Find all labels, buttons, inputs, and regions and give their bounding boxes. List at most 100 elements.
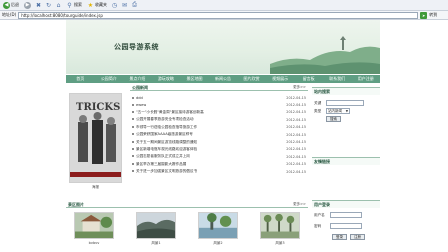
bullet-icon <box>132 110 134 113</box>
bullet-icon <box>132 162 134 165</box>
login-button[interactable]: 登录 <box>332 234 347 240</box>
stop-icon[interactable]: ✖ <box>35 2 42 9</box>
news-item-title[interactable]: 景区新增电瓶车观光线路欢迎游客体验 <box>136 147 197 151</box>
bullet-icon <box>132 170 134 173</box>
news-item-title[interactable]: ddd <box>136 96 143 100</box>
nav-item[interactable]: 留言板 <box>294 75 323 83</box>
address-bar: 地址(D) http://localhost:8080/tourguide/in… <box>0 11 448 20</box>
scenic-card[interactable]: 风景3 <box>258 212 302 246</box>
scenic-card[interactable]: 风景2 <box>196 212 240 246</box>
back-button[interactable]: ◀ 后退 <box>2 1 20 9</box>
nav-item[interactable]: 景区地图 <box>180 75 209 83</box>
nav-item[interactable]: 联系我们 <box>323 75 352 83</box>
news-poster-image[interactable]: TRICKS <box>69 93 122 183</box>
poster-caption: 海报 <box>92 185 99 189</box>
nav-item[interactable]: 新闻公告 <box>209 75 238 83</box>
list-item[interactable]: "五一"小长假"黄金周"景区接待游客创新高 2012-04-15 <box>132 109 308 116</box>
news-more-link[interactable]: 更多>> <box>293 85 306 90</box>
refresh-icon[interactable]: ↻ <box>45 2 52 9</box>
search-label: 搜索 <box>74 2 82 7</box>
username-row: 用户名 <box>312 211 380 219</box>
news-item-date: 2012-04-15 <box>286 154 306 159</box>
news-title: 公园新闻 <box>132 84 148 90</box>
news-item-title[interactable]: 公园荣获国家AAAA级旅游景区称号 <box>136 132 193 136</box>
scenic-caption: 风景2 <box>213 241 223 245</box>
main-content: TRICKS 海报 公园新闻 更多>> ddd 2012-04-15 ewew 20… <box>66 85 308 252</box>
scenic-caption: 风景1 <box>151 241 161 245</box>
keyword-row: 关键 <box>312 99 380 107</box>
username-label: 用户名 <box>314 212 325 217</box>
nav-item[interactable]: 图片欣赏 <box>237 75 266 83</box>
svg-text:TRICKS: TRICKS <box>76 102 120 113</box>
search-panel-title: 站内搜索 <box>314 88 330 94</box>
links-panel-title: 友情链接 <box>314 158 330 164</box>
news-item-title[interactable]: 关于五一期间景区游览线路调整的通知 <box>136 140 197 144</box>
list-item[interactable]: 公园开展春季旅游安全专项检查活动 2012-04-15 <box>132 116 308 123</box>
scenic-image[interactable] <box>74 212 114 239</box>
type-select[interactable]: 站内新闻 ▼ <box>326 108 350 114</box>
news-item-date: 2012-04-15 <box>286 140 306 145</box>
history-icon[interactable]: ◷ <box>111 2 118 9</box>
links-panel-header: 友情链接 <box>312 158 380 165</box>
news-item-date: 2012-04-15 <box>286 103 306 108</box>
search-panel: 站内搜索 关键 类型 站内新闻 ▼ 搜索 <box>312 87 380 143</box>
links-panel: 友情链接 <box>312 157 380 187</box>
scenic-card[interactable]: bvbvv <box>72 212 116 246</box>
scenic-card[interactable]: 风景1 <box>134 212 178 246</box>
news-item-title[interactable]: 公园开展春季旅游安全专项检查活动 <box>136 117 194 121</box>
scenic-header: 景区图片 更多>> <box>66 202 308 208</box>
list-item[interactable]: 公园志愿者服务队正式成立并上岗 2012-04-15 <box>132 153 308 160</box>
bullet-icon <box>132 104 134 107</box>
forward-button[interactable]: ▶ <box>23 1 32 9</box>
list-item[interactable]: 景区新增电瓶车观光线路欢迎游客体验 2012-04-15 <box>132 146 308 153</box>
list-item[interactable]: 关于进一步加强景区文明旅游的倡议书 2012-04-15 <box>132 168 308 175</box>
go-arrow-icon[interactable]: ➤ <box>420 11 428 19</box>
list-item[interactable]: 公园荣获国家AAAA级旅游景区称号 2012-04-15 <box>132 131 308 138</box>
nav-item[interactable]: 首页 <box>66 75 95 83</box>
bullet-icon <box>132 118 134 121</box>
news-item-title[interactable]: 关于进一步加强景区文明旅游的倡议书 <box>136 169 197 173</box>
chevron-down-icon: ▼ <box>345 109 348 113</box>
scenic-image[interactable] <box>198 212 238 239</box>
news-item-title[interactable]: 市领导一行莅临公园检查指导旅游工作 <box>136 125 197 129</box>
news-item-title[interactable]: 景区举办第三届摄影大赛作品展 <box>136 162 186 166</box>
login-panel-header: 用户登录 <box>312 201 380 208</box>
nav-item[interactable]: 视频展示 <box>266 75 295 83</box>
news-item-date: 2012-04-15 <box>286 147 306 152</box>
type-row: 类型 站内新闻 ▼ <box>312 107 380 115</box>
scenic-image[interactable] <box>136 212 176 239</box>
list-item[interactable]: 关于五一期间景区游览线路调整的通知 2012-04-15 <box>132 138 308 145</box>
nav-item[interactable]: 公园简介 <box>95 75 124 83</box>
news-section: TRICKS 海报 公园新闻 更多>> ddd 2012-04-15 ewew 20… <box>66 85 308 193</box>
list-item[interactable]: ewew 2012-04-15 <box>132 101 308 108</box>
print-icon[interactable]: ⎙ <box>131 1 138 9</box>
news-item-title[interactable]: 公园志愿者服务队正式成立并上岗 <box>136 154 190 158</box>
register-button[interactable]: 注册 <box>350 234 365 240</box>
home-icon[interactable]: ⌂ <box>55 2 62 9</box>
main-nav: 首页 公园简介 景点介绍 游玩攻略 景区地图 新闻公告 图片欣赏 视频展示 留言… <box>66 75 380 83</box>
list-item[interactable]: ddd 2012-04-15 <box>132 94 308 101</box>
nav-item[interactable]: 用户注册 <box>351 75 380 83</box>
password-label: 密码 <box>314 223 322 228</box>
keyword-input[interactable] <box>326 100 364 106</box>
address-label: 地址(D) <box>2 12 17 17</box>
password-input[interactable] <box>330 223 362 229</box>
list-item[interactable]: 景区举办第三届摄影大赛作品展 2012-04-15 <box>132 161 308 168</box>
mail-icon[interactable]: ✉ <box>121 2 128 9</box>
go-label[interactable]: 转到 <box>429 12 437 18</box>
search-submit-button[interactable]: 搜索 <box>326 116 341 122</box>
favorites-button[interactable]: ★ 收藏夹 <box>86 1 108 9</box>
scenic-more-link[interactable]: 更多>> <box>293 202 306 207</box>
news-item-title[interactable]: ewew <box>136 103 146 107</box>
forward-arrow-icon: ▶ <box>24 1 31 9</box>
address-input[interactable]: http://localhost:8080/tourguide/index.js… <box>18 11 419 19</box>
list-item[interactable]: 市领导一行莅临公园检查指导旅游工作 2012-04-15 <box>132 124 308 131</box>
nav-item[interactable]: 游玩攻略 <box>152 75 181 83</box>
username-input[interactable] <box>330 212 362 218</box>
nav-item[interactable]: 景点介绍 <box>123 75 152 83</box>
news-item-date: 2012-04-15 <box>286 117 306 122</box>
scenic-image[interactable] <box>260 212 300 239</box>
news-item-title[interactable]: "五一"小长假"黄金周"景区接待游客创新高 <box>136 110 204 114</box>
search-button[interactable]: ⚲ 搜索 <box>65 1 83 9</box>
news-item-date: 2012-04-15 <box>286 125 306 130</box>
